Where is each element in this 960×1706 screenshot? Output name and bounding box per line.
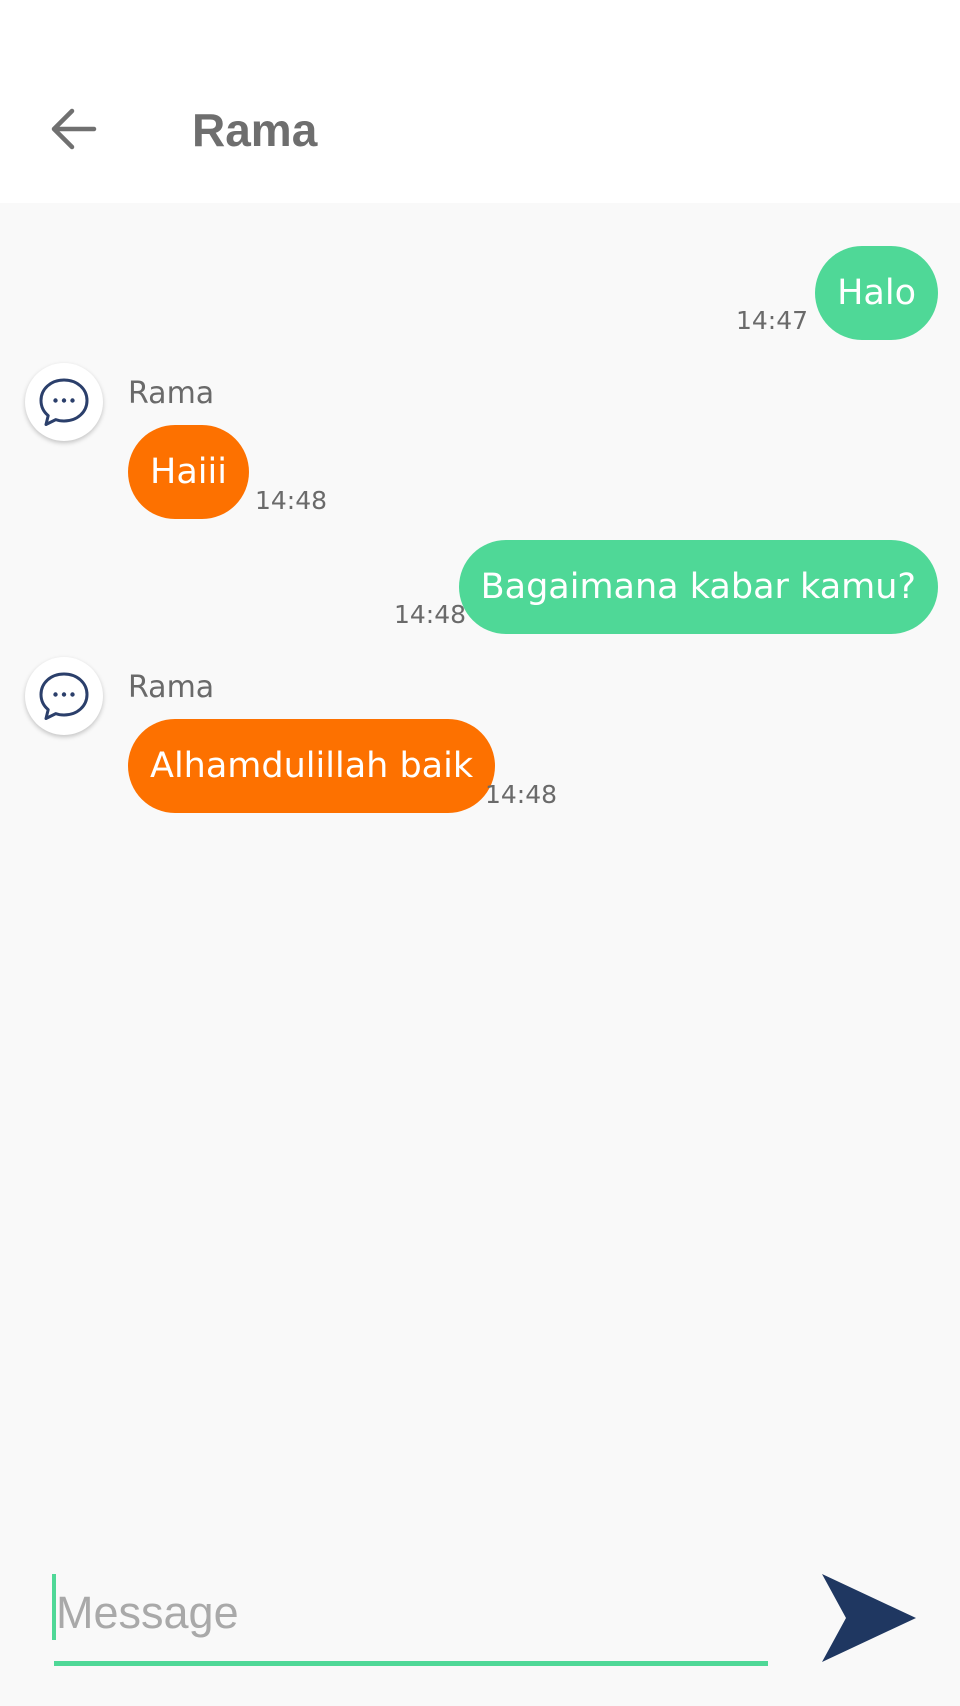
- app-bar: Rama: [0, 0, 960, 203]
- chat-bubble-icon: [39, 378, 89, 426]
- contact-avatar: [25, 657, 103, 735]
- arrow-left-icon: [51, 108, 97, 150]
- message-text: Bagaimana kabar kamu?: [480, 567, 916, 607]
- input-underline: [54, 1661, 768, 1666]
- message-time: 14:48: [393, 600, 466, 629]
- outgoing-message-bubble[interactable]: Halo: [815, 246, 938, 340]
- message-composer: [0, 1533, 960, 1706]
- contact-avatar: [25, 363, 103, 441]
- incoming-message-bubble[interactable]: Alhamdulillah baik: [128, 719, 496, 813]
- message-text: Alhamdulillah baik: [150, 746, 474, 786]
- send-button[interactable]: [816, 1568, 920, 1668]
- sender-name: Rama: [128, 376, 215, 411]
- message-time: 14:47: [735, 306, 808, 335]
- outgoing-message-bubble[interactable]: Bagaimana kabar kamu?: [458, 540, 938, 634]
- send-icon: [822, 1574, 916, 1662]
- back-button[interactable]: [44, 99, 104, 159]
- chat-title: Rama: [192, 104, 318, 156]
- text-caret: [52, 1574, 56, 1640]
- message-time: 14:48: [485, 780, 558, 809]
- message-input[interactable]: [54, 1573, 770, 1653]
- sender-name: Rama: [128, 670, 215, 705]
- message-text: Haiii: [150, 452, 227, 492]
- incoming-message-bubble[interactable]: Haiii: [128, 425, 249, 519]
- chat-bubble-icon: [39, 672, 89, 720]
- message-time: 14:48: [255, 486, 328, 515]
- message-text: Halo: [837, 273, 916, 313]
- chat-messages: Halo 14:47 Rama Haiii 14:48 Bagaimana ka…: [0, 203, 960, 1533]
